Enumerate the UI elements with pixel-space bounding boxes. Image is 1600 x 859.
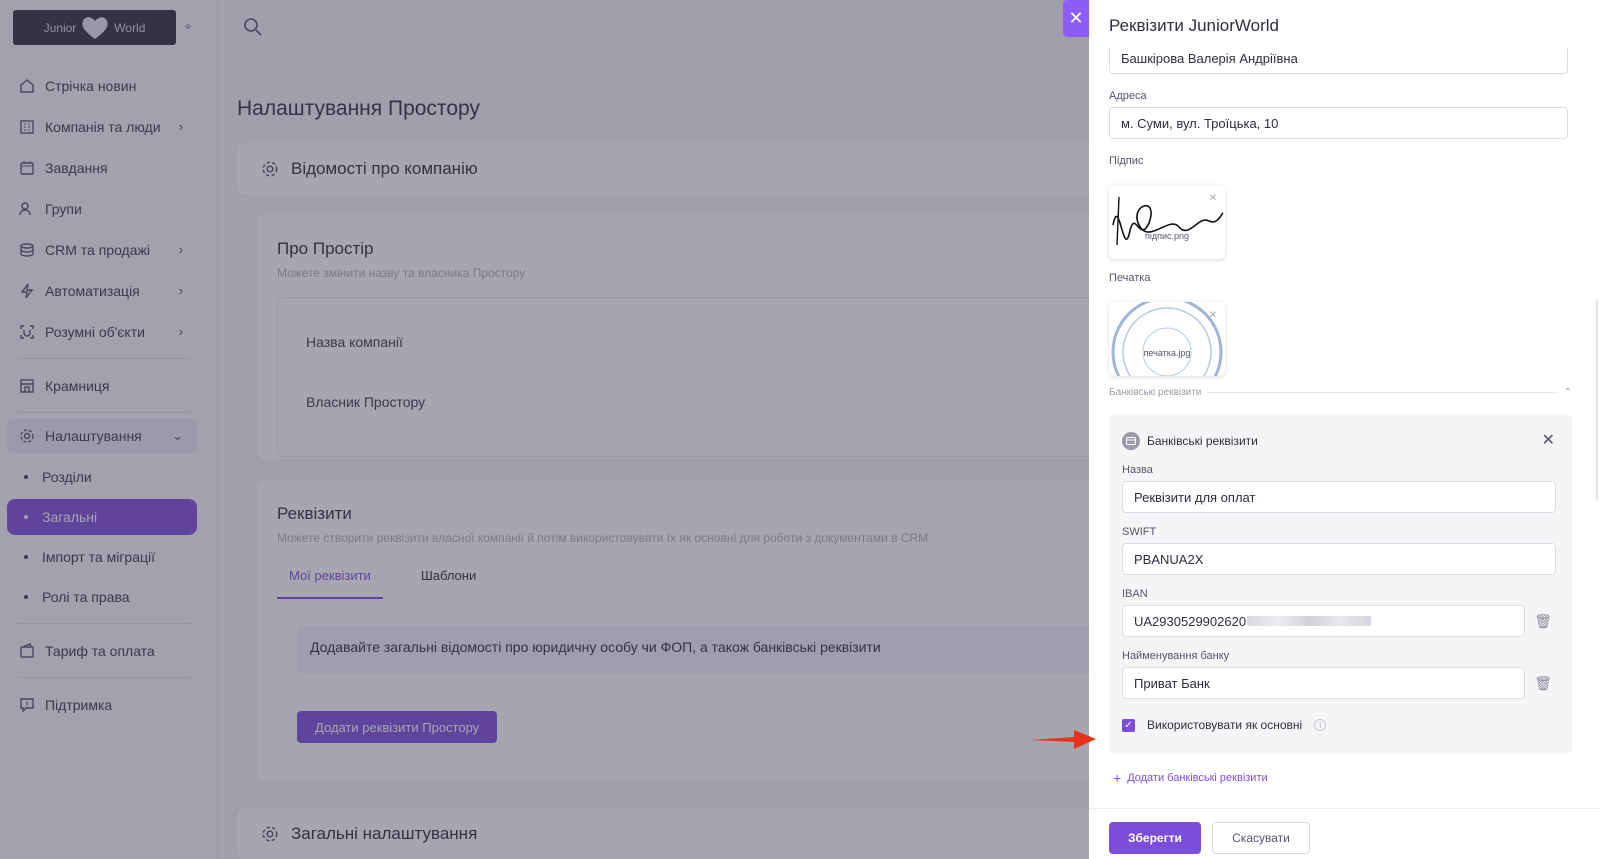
delete-bank-name-icon[interactable]: 🗑 [1534, 675, 1552, 692]
signature-thumbnail[interactable]: підпис.png ✕ [1109, 185, 1225, 259]
section-label: Банківські реквізити [1109, 387, 1202, 398]
bank-name-label: Назва [1122, 464, 1153, 476]
remove-file-icon[interactable]: ✕ [1209, 193, 1217, 204]
delete-iban-icon[interactable]: 🗑 [1534, 613, 1552, 630]
signature-filename: підпис.png [1144, 231, 1190, 241]
drawer-scrollbar[interactable] [1596, 300, 1598, 500]
address-label: Адреса [1109, 90, 1147, 102]
bank-card-icon [1122, 432, 1140, 450]
bank-details-box: Банківські реквізити ✕ Назва Реквізити д… [1109, 415, 1572, 753]
bank-box-header: Банківські реквізити [1122, 432, 1258, 450]
plus-icon: + [1113, 770, 1122, 786]
redacted-blur [1247, 616, 1372, 626]
close-icon: ✕ [1068, 8, 1084, 28]
add-bank-details-link[interactable]: + Додати банківські реквізити [1113, 770, 1268, 786]
divider-line [1207, 392, 1558, 393]
iban-label: IBAN [1122, 588, 1148, 600]
drawer-title: Реквізити JuniorWorld [1109, 16, 1279, 35]
remove-file-icon[interactable]: ✕ [1209, 310, 1217, 321]
signature-image [1112, 196, 1224, 246]
use-as-default-checkbox[interactable]: ✓ [1122, 718, 1135, 732]
person-name-input[interactable]: Башкірова Валерія Андріївна [1109, 48, 1568, 74]
stamp-image [1111, 302, 1223, 376]
use-as-default-label: Використовувати як основні [1147, 718, 1303, 732]
annotation-arrow-icon [1030, 730, 1096, 749]
address-input[interactable]: м. Суми, вул. Троїцька, 10 [1109, 107, 1568, 139]
info-icon[interactable]: i [1314, 719, 1327, 731]
cancel-button[interactable]: Скасувати [1212, 822, 1310, 854]
iban-value: UA2930529902620 [1134, 613, 1247, 629]
stamp-filename: печатка.jpg [1143, 348, 1191, 358]
stamp-thumbnail[interactable]: печатка.jpg ✕ [1109, 302, 1225, 376]
chevron-up-icon: ⌃ [1563, 387, 1572, 398]
bank-title-label: Найменування банку [1122, 650, 1230, 662]
bank-section-divider[interactable]: Банківські реквізити ⌃ [1109, 387, 1572, 398]
iban-input[interactable]: UA2930529902620 [1122, 605, 1525, 637]
add-bank-details-label: Додати банківські реквізити [1127, 772, 1268, 784]
close-icon[interactable]: ✕ [1542, 430, 1555, 450]
swift-label: SWIFT [1122, 526, 1157, 538]
stamp-label: Печатка [1109, 272, 1151, 284]
close-drawer-button[interactable]: ✕ [1063, 0, 1089, 37]
drawer-body: Башкірова Валерія Андріївна Адреса м. Су… [1089, 48, 1600, 808]
drawer-footer: Зберегти Скасувати [1089, 808, 1600, 859]
bank-box-title: Банківські реквізити [1147, 434, 1258, 448]
requisites-drawer: Реквізити JuniorWorld Башкірова Валерія … [1089, 0, 1600, 859]
swift-input[interactable]: PBANUA2X [1122, 543, 1556, 575]
requisite-name-input[interactable]: Реквізити для оплат [1122, 481, 1556, 513]
save-button[interactable]: Зберегти [1109, 822, 1201, 854]
signature-label: Підпис [1109, 155, 1144, 167]
use-as-default-row[interactable]: ✓ Використовувати як основні i [1122, 718, 1327, 732]
bank-name-input[interactable]: Приват Банк [1122, 667, 1525, 699]
